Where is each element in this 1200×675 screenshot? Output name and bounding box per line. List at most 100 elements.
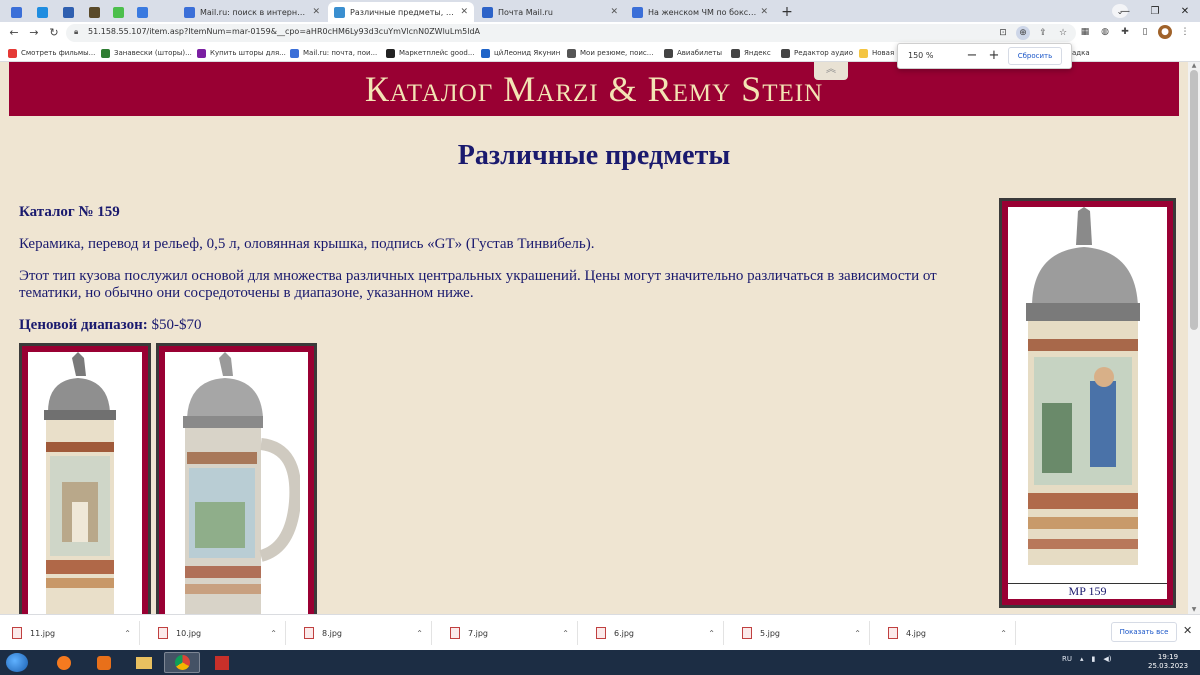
sidepanel-icon[interactable]: ▯	[1138, 25, 1152, 39]
banner-title: Каталог Marzi & Remy Stein	[364, 69, 824, 109]
translate-icon[interactable]: ⊡	[996, 26, 1010, 40]
download-item[interactable]: 11.jpg ⌃	[0, 621, 140, 645]
scroll-down-icon[interactable]: ▼	[1188, 606, 1200, 614]
extension-icon[interactable]: ▦	[1078, 25, 1092, 39]
download-item[interactable]: 7.jpg ⌃	[438, 621, 578, 645]
tab-close-icon[interactable]: ✕	[610, 7, 618, 17]
tab-pinned-3[interactable]	[56, 2, 80, 22]
bookmark-item[interactable]: Смотреть фильмы...	[8, 47, 95, 59]
url-text: 51.158.55.107/item.asp?ItemNum=mar-0159&…	[88, 27, 480, 36]
tab-favicon-icon	[10, 6, 22, 18]
tray-chevron-icon[interactable]: ▴	[1080, 655, 1084, 663]
chevron-up-icon[interactable]: ⌃	[562, 629, 569, 638]
tab-pinned-2[interactable]	[30, 2, 54, 22]
presentation-app-icon[interactable]	[204, 652, 240, 673]
tab-boxing-news[interactable]: На женском ЧМ по боксу вмест ✕	[626, 2, 774, 22]
show-all-downloads-button[interactable]: Показать все	[1111, 622, 1177, 642]
media-player-icon[interactable]	[86, 652, 122, 673]
catalog-number: Каталог № 159	[19, 204, 120, 220]
close-window-icon[interactable]: ✕	[1170, 0, 1200, 22]
tab-mail-search[interactable]: Mail.ru: поиск в интернете ✕	[178, 2, 326, 22]
bookmark-item[interactable]: Занавески (шторы)...	[101, 47, 192, 59]
volume-icon[interactable]: ◀)	[1103, 655, 1111, 663]
tab-close-icon[interactable]: ✕	[460, 7, 468, 17]
image-frame: MP 159	[1002, 201, 1173, 605]
scroll-up-icon[interactable]: ▲	[1188, 62, 1200, 70]
reload-icon[interactable]: ↻	[46, 25, 62, 41]
item-notes: Этот тип кузова послужил основой для мно…	[19, 268, 937, 301]
download-item[interactable]: 8.jpg ⌃	[292, 621, 432, 645]
firefox-icon[interactable]	[46, 652, 82, 673]
bookmark-item[interactable]: Купить шторы для...	[197, 47, 286, 59]
image-file-icon	[12, 627, 22, 639]
network-icon[interactable]: ▮	[1092, 655, 1096, 663]
extension-icon[interactable]: ◍	[1098, 25, 1112, 39]
tab-mail[interactable]: Почта Mail.ru ✕	[476, 2, 624, 22]
tab-close-icon[interactable]: ✕	[312, 7, 320, 17]
new-tab-button[interactable]: +	[778, 3, 796, 21]
chevron-up-icon[interactable]: ⌃	[270, 629, 277, 638]
bookmark-item[interactable]: Яндекс	[731, 47, 771, 59]
file-explorer-icon[interactable]	[126, 652, 162, 673]
download-item[interactable]: 4.jpg ⌃	[876, 621, 1016, 645]
scrollbar-thumb[interactable]	[1190, 70, 1198, 330]
profile-avatar-icon[interactable]: ●	[1158, 25, 1172, 39]
tab-title: Различные предметы, MR 159 |	[350, 7, 456, 17]
extensions-area: ▦ ◍ ✚ ▯ ● ⋮	[1078, 25, 1192, 39]
clock-time: 19:19	[1157, 653, 1179, 661]
puzzle-icon[interactable]: ✚	[1118, 25, 1132, 39]
download-item[interactable]: 10.jpg ⌃	[146, 621, 286, 645]
thumbnail-image-2[interactable]	[156, 343, 317, 614]
share-icon[interactable]: ⇪	[1036, 26, 1050, 40]
close-downloads-icon[interactable]: ✕	[1183, 624, 1192, 637]
zoom-icon[interactable]: ⊕	[1016, 26, 1030, 40]
download-item[interactable]: 5.jpg ⌃	[730, 621, 870, 645]
bookmark-item[interactable]: Новая	[859, 47, 894, 59]
main-product-image[interactable]: MP 159	[999, 198, 1176, 608]
tab-pinned-4[interactable]	[82, 2, 106, 22]
tab-favicon-icon	[62, 6, 74, 18]
bookmark-item[interactable]: Авиабилеты	[664, 47, 722, 59]
chrome-icon[interactable]	[164, 652, 200, 673]
bookmark-favicon-icon	[101, 48, 110, 58]
tab-pinned-6[interactable]	[130, 2, 154, 22]
input-language[interactable]: RU	[1062, 655, 1072, 663]
bookmark-item[interactable]: адка	[1072, 47, 1090, 59]
maximize-icon[interactable]: ❐	[1140, 0, 1170, 22]
bookmark-item[interactable]: Маркетплейс good...	[386, 47, 475, 59]
windows-taskbar: RU ▴ ▮ ◀) 19:19 25.03.2023	[0, 650, 1200, 675]
tab-pinned-1[interactable]	[4, 2, 28, 22]
bookmark-item[interactable]: цйЛеонид Якунин	[481, 47, 560, 59]
download-item[interactable]: 6.jpg ⌃	[584, 621, 724, 645]
chevron-up-icon[interactable]: ⌃	[124, 629, 131, 638]
tab-strip: Mail.ru: поиск в интернете ✕ Различные п…	[0, 0, 1200, 22]
bookmark-star-icon[interactable]: ☆	[1056, 26, 1070, 40]
tab-close-icon[interactable]: ✕	[760, 7, 768, 17]
chevron-up-icon[interactable]: ⌃	[854, 629, 861, 638]
page-scrollbar[interactable]: ▲ ▼	[1188, 62, 1200, 614]
lock-icon[interactable]: 🔒︎	[74, 27, 78, 37]
forward-arrow-icon[interactable]: →	[26, 25, 42, 41]
address-bar[interactable]: 🔒︎ 51.158.55.107/item.asp?ItemNum=mar-01…	[66, 24, 1076, 42]
chevron-up-icon[interactable]: ⌃	[1000, 629, 1007, 638]
tab-title: На женском ЧМ по боксу вмест	[648, 7, 756, 17]
zoom-out-button[interactable]: −	[964, 47, 980, 65]
tab-pinned-5[interactable]	[106, 2, 130, 22]
chevron-up-icon[interactable]: ⌃	[416, 629, 423, 638]
tab-favicon-icon	[632, 6, 643, 18]
start-button-icon[interactable]	[6, 653, 28, 672]
chevron-up-icon[interactable]: ⌃	[708, 629, 715, 638]
zoom-in-button[interactable]: +	[986, 47, 1002, 65]
window-controls: — ❐ ✕	[1110, 0, 1200, 22]
thumbnail-image-1[interactable]	[19, 343, 151, 614]
back-arrow-icon[interactable]: ←	[6, 25, 22, 41]
bookmark-item[interactable]: Мои резюме, поис...	[567, 47, 653, 59]
bookmark-item[interactable]: Редактор аудио	[781, 47, 853, 59]
system-clock[interactable]: 19:19 25.03.2023	[1148, 653, 1188, 671]
minimize-icon[interactable]: —	[1110, 0, 1140, 22]
bookmark-item[interactable]: Mail.ru: почта, пои...	[290, 47, 377, 59]
zoom-reset-button[interactable]: Сбросить	[1008, 47, 1062, 65]
tab-active-page[interactable]: Различные предметы, MR 159 | ✕	[328, 2, 474, 22]
tab-favicon-icon	[88, 6, 100, 18]
menu-kebab-icon[interactable]: ⋮	[1178, 25, 1192, 39]
